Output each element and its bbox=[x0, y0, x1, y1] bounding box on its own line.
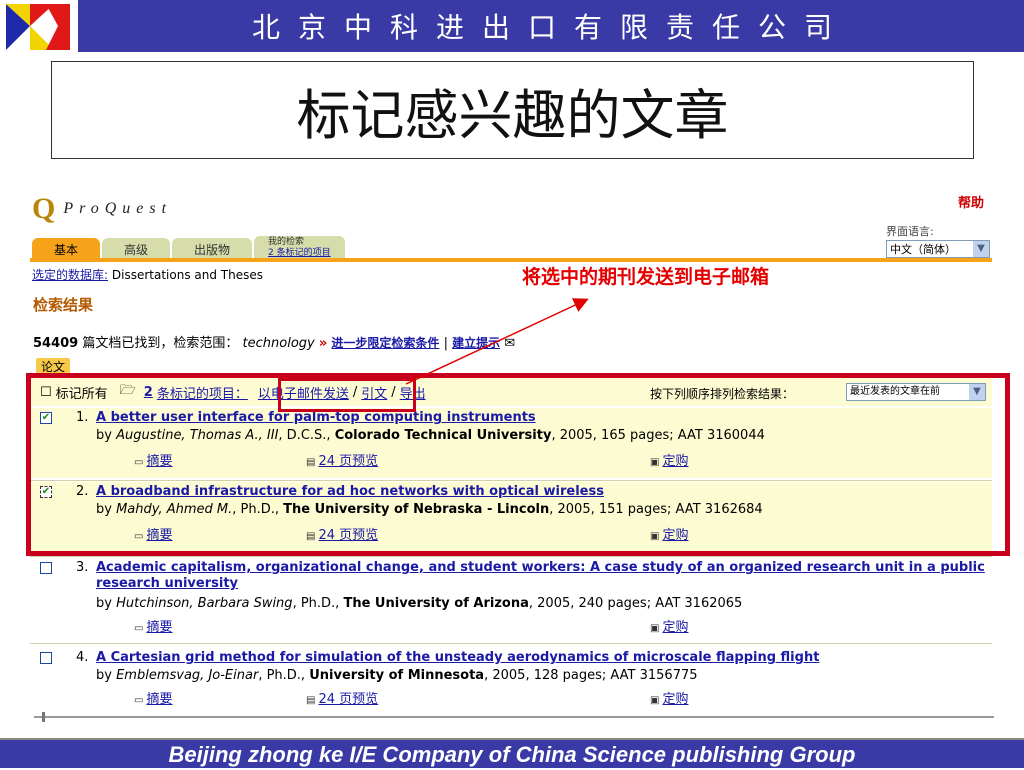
language-value: 中文（简体） bbox=[890, 243, 956, 256]
by-label: by bbox=[96, 668, 112, 683]
search-tabs: 基本 高级 出版物 我的检索 2 条标记的项目 bbox=[32, 236, 347, 260]
refine-arrow-icon: » bbox=[318, 336, 328, 351]
abstract-link[interactable]: 摘要 bbox=[146, 620, 172, 635]
chevron-down-icon: ▼ bbox=[973, 241, 989, 257]
tab-basic[interactable]: 基本 bbox=[32, 238, 101, 260]
order-link[interactable]: 定购 bbox=[662, 620, 688, 635]
database-label-link[interactable]: 选定的数据库: bbox=[32, 268, 108, 282]
footer-bar: Beijing zhong ke I/E Company of China Sc… bbox=[0, 738, 1024, 768]
preview-icon: ▤ bbox=[306, 695, 316, 706]
order-link[interactable]: 定购 bbox=[662, 692, 688, 707]
record-school: The University of Arizona bbox=[343, 596, 529, 611]
abstract-link[interactable]: 摘要 bbox=[146, 692, 172, 707]
record-degree: , Ph.D., bbox=[292, 596, 340, 611]
record-byline: by Emblemsvag, Jo-Einar, Ph.D., Universi… bbox=[96, 668, 698, 684]
result-record: 3. Academic capitalism, organizational c… bbox=[30, 558, 992, 642]
results-title: 检索结果 bbox=[33, 296, 94, 314]
order-icon: ▣ bbox=[650, 695, 660, 706]
results-count-line: 54409 篇文档已找到，检索范围： technology » 进一步限定检索条… bbox=[33, 332, 515, 351]
help-link[interactable]: 帮助 bbox=[958, 192, 984, 211]
preview-action[interactable]: ▤ 24 页预览 bbox=[306, 688, 378, 707]
proquest-q-icon: Q bbox=[32, 192, 56, 225]
database-name: Dissertations and Theses bbox=[111, 268, 263, 282]
slide-title: 标记感兴趣的文章 bbox=[296, 83, 729, 147]
by-label: by bbox=[96, 596, 112, 611]
tab-underline bbox=[30, 258, 992, 262]
highlight-marked-records bbox=[26, 373, 1010, 556]
order-icon: ▣ bbox=[650, 623, 660, 634]
record-degree: , Ph.D., bbox=[258, 668, 306, 683]
decorative-line bbox=[34, 712, 994, 722]
database-line: 选定的数据库: Dissertations and Theses bbox=[32, 266, 263, 283]
preview-link[interactable]: 24 页预览 bbox=[318, 692, 378, 707]
my-search-label: 我的检索 bbox=[268, 237, 305, 247]
results-count-text: 篇文档已找到，检索范围： bbox=[82, 336, 239, 351]
record-title-link[interactable]: Academic capitalism, organizational chan… bbox=[96, 560, 988, 592]
record-checkbox[interactable] bbox=[40, 562, 52, 574]
company-header: 北京中科进出口有限责任公司 bbox=[78, 0, 1024, 52]
language-label: 界面语言: bbox=[886, 225, 934, 238]
result-record: 4. A Cartesian grid method for simulatio… bbox=[30, 648, 992, 710]
abstract-icon: ▭ bbox=[134, 695, 144, 706]
alert-link[interactable]: 建立提示 bbox=[452, 336, 500, 350]
slide-title-box: 标记感兴趣的文章 bbox=[51, 61, 974, 159]
tab-advanced[interactable]: 高级 bbox=[102, 238, 171, 260]
highlight-email-link bbox=[278, 378, 416, 412]
record-checkbox[interactable] bbox=[40, 652, 52, 664]
record-byline: by Hutchinson, Barbara Swing, Ph.D., The… bbox=[96, 596, 742, 612]
language-select[interactable]: 中文（简体） ▼ bbox=[886, 240, 990, 258]
abstract-action[interactable]: ▭ 摘要 bbox=[134, 688, 172, 707]
order-action[interactable]: ▣ 定购 bbox=[650, 688, 688, 707]
results-count: 54409 bbox=[33, 336, 79, 351]
record-divider bbox=[30, 643, 992, 644]
footer-text: Beijing zhong ke I/E Company of China Sc… bbox=[168, 742, 856, 767]
record-author: Hutchinson, Barbara Swing bbox=[116, 596, 293, 611]
divider: | bbox=[443, 336, 448, 351]
record-divider bbox=[30, 556, 992, 557]
record-school: University of Minnesota bbox=[309, 668, 485, 683]
record-number: 4. bbox=[76, 650, 89, 665]
record-details: , 2005, 240 pages; AAT 3162065 bbox=[528, 596, 743, 611]
company-name: 北京中科进出口有限责任公司 bbox=[251, 11, 850, 44]
record-title-link[interactable]: A Cartesian grid method for simulation o… bbox=[96, 650, 988, 666]
envelope-icon: ✉ bbox=[504, 336, 516, 351]
record-author: Emblemsvag, Jo-Einar bbox=[116, 668, 259, 683]
abstract-action[interactable]: ▭ 摘要 bbox=[134, 616, 172, 635]
annotation-text: 将选中的期刊发送到电子邮箱 bbox=[522, 266, 770, 288]
proquest-wordmark: ProQuest bbox=[63, 200, 173, 217]
record-number: 3. bbox=[76, 560, 89, 575]
proquest-logo: Q ProQuest bbox=[32, 192, 172, 226]
tab-publications[interactable]: 出版物 bbox=[172, 238, 253, 260]
order-action[interactable]: ▣ 定购 bbox=[650, 616, 688, 635]
company-logo bbox=[0, 0, 78, 52]
refine-link[interactable]: 进一步限定检索条件 bbox=[331, 336, 439, 350]
record-details: , 2005, 128 pages; AAT 3156775 bbox=[484, 668, 698, 683]
search-query: technology bbox=[242, 336, 315, 351]
tab-my-search[interactable]: 我的检索 2 条标记的项目 bbox=[254, 236, 345, 260]
abstract-icon: ▭ bbox=[134, 623, 144, 634]
